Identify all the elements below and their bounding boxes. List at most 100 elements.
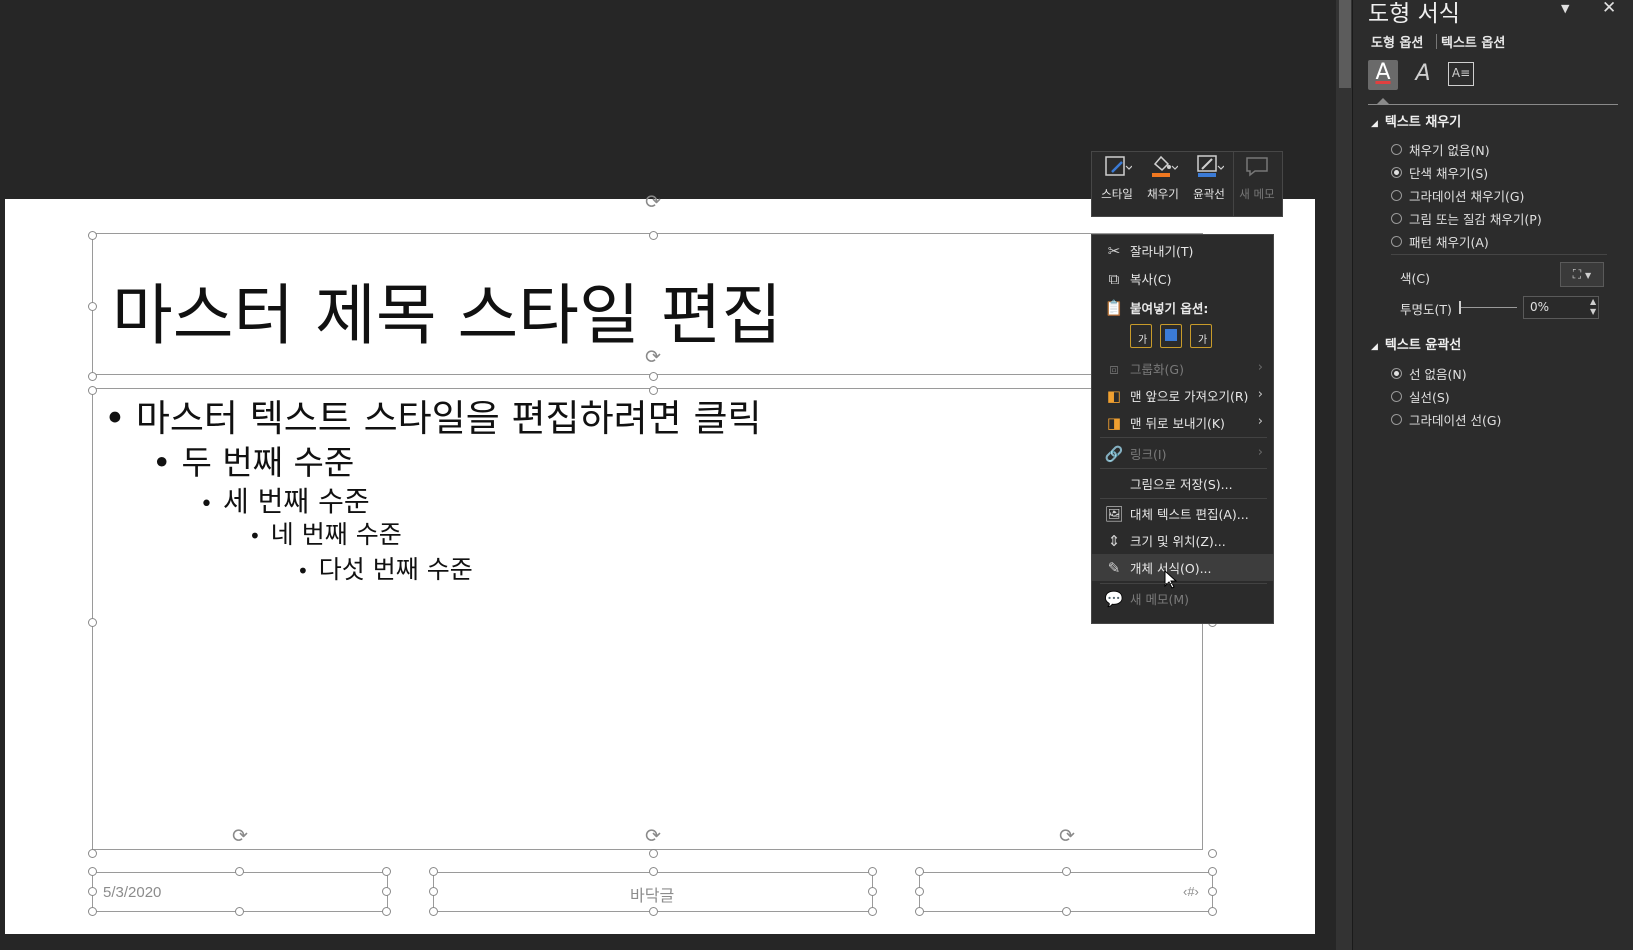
resize-handle[interactable] [88,907,97,916]
page-number-placeholder[interactable] [919,872,1213,912]
slide-title[interactable]: 마스터 제목 스타일 편집 [112,262,782,358]
radio-solid-fill[interactable]: 단색 채우기(S) [1391,163,1488,182]
menu-item-group: ⧈ 그룹화(G) › [1092,355,1273,382]
resize-handle[interactable] [649,231,658,240]
transparency-input[interactable]: 0% [1523,296,1599,319]
resize-handle[interactable] [649,867,658,876]
resize-handle[interactable] [649,372,658,381]
resize-handle[interactable] [88,386,97,395]
new-comment-button: 새 메모 [1233,152,1280,216]
radio-no-fill[interactable]: 채우기 없음(N) [1391,140,1490,159]
textbox-icon[interactable]: A≡ [1448,62,1474,86]
chevron-right-icon: › [1257,360,1263,375]
fill-button[interactable]: 채우기 [1140,152,1186,216]
scrollbar-thumb[interactable] [1339,0,1351,88]
resize-handle[interactable] [88,372,97,381]
tab-text-options[interactable]: 텍스트 옵션 [1441,32,1505,51]
resize-handle[interactable] [88,867,97,876]
color-picker-button[interactable]: ⛶ ▼ [1560,262,1604,287]
radio-picture-fill[interactable]: 그림 또는 질감 채우기(P) [1391,209,1542,228]
resize-handle[interactable] [868,867,877,876]
chevron-down-icon: ▼ [1585,271,1592,280]
group-icon: ⧈ [1109,359,1119,378]
resize-handle[interactable] [915,867,924,876]
menu-item-bring-to-front[interactable]: ◧ 맨 앞으로 가져오기(R) › [1092,382,1273,409]
resize-handle[interactable] [868,887,877,896]
resize-handle[interactable] [1208,849,1217,858]
bullet-level-1[interactable]: • 마스터 텍스트 스타일을 편집하려면 클릭 [104,388,762,442]
spin-down-icon[interactable]: ▼ [1590,307,1596,316]
outline-button[interactable]: 윤곽선 [1186,152,1232,216]
paste-buttons: 가 가 [1130,324,1212,348]
paste-picture-icon[interactable] [1160,324,1182,348]
menu-item-size-position[interactable]: ⇕ 크기 및 위치(Z)... [1092,527,1273,554]
radio-gradient-fill[interactable]: 그라데이션 채우기(G) [1391,186,1524,205]
menu-item-cut[interactable]: ✂ 잘라내기(T) [1092,237,1273,264]
menu-item-copy[interactable]: ⧉ 복사(C) [1092,265,1273,292]
mini-toolbar: 스타일 채우기 윤곽선 새 메모 [1091,151,1283,217]
footer-date: 5/3/2020 [103,884,162,901]
text-effects-icon[interactable]: A [1408,60,1438,90]
resize-handle[interactable] [1062,867,1071,876]
resize-handle[interactable] [429,887,438,896]
resize-handle[interactable] [1208,887,1217,896]
scissors-icon: ✂ [1107,241,1121,260]
radio-gradient-line[interactable]: 그라데이션 선(G) [1391,410,1501,429]
paste-keep-source-icon[interactable]: 가 [1130,324,1152,348]
close-icon[interactable]: ✕ [1602,0,1616,18]
resize-handle[interactable] [1208,867,1217,876]
menu-item-format-object[interactable]: ✎ 개체 서식(O)... [1092,554,1273,581]
rotate-handle-icon[interactable]: ⟳ [642,825,664,847]
spin-up-icon[interactable]: ▲ [1590,297,1596,306]
resize-handle[interactable] [868,907,877,916]
resize-handle[interactable] [915,887,924,896]
tab-shape-options[interactable]: 도형 옵션 [1371,32,1423,51]
resize-handle[interactable] [1208,907,1217,916]
resize-handle[interactable] [88,302,97,311]
resize-handle[interactable] [235,907,244,916]
menu-item-send-to-back[interactable]: ◨ 맨 뒤로 보내기(K) › [1092,409,1273,436]
bullet-level-5[interactable]: • 다섯 번째 수준 [297,550,473,586]
tab-pointer [1377,98,1389,104]
resize-handle[interactable] [429,867,438,876]
bullet-level-2[interactable]: • 두 번째 수준 [152,436,354,484]
resize-handle[interactable] [88,618,97,627]
radio-solid-line[interactable]: 실선(S) [1391,387,1450,406]
resize-handle[interactable] [649,849,658,858]
resize-handle[interactable] [382,867,391,876]
menu-item-alt-text[interactable]: 🖼 대체 텍스트 편집(A)... [1092,500,1273,527]
rotate-handle-icon[interactable]: ⟳ [1056,825,1078,847]
resize-handle[interactable] [915,907,924,916]
resize-handle[interactable] [1062,907,1071,916]
resize-handle[interactable] [429,907,438,916]
bullet-level-4[interactable]: • 네 번째 수준 [249,515,402,551]
menu-item-save-as-picture[interactable]: 그림으로 저장(S)... [1092,470,1273,497]
resize-handle[interactable] [235,867,244,876]
resize-handle[interactable] [382,887,391,896]
context-menu: ✂ 잘라내기(T) ⧉ 복사(C) 📋 붙여넣기 옵션: 가 가 ⧈ 그룹화(G) › ◧… [1091,234,1274,624]
bullet-level-3[interactable]: • 세 번째 수준 [200,480,370,520]
rotate-handle-icon[interactable]: ⟳ [229,825,251,847]
style-button[interactable]: 스타일 [1094,152,1140,216]
resize-handle[interactable] [88,849,97,858]
chevron-right-icon: › [1257,414,1263,429]
comment-icon [1234,152,1280,186]
section-text-fill[interactable]: ◢ 텍스트 채우기 [1371,111,1461,130]
resize-handle[interactable] [88,231,97,240]
transparency-slider[interactable] [1459,307,1517,308]
collapse-triangle-icon: ◢ [1371,119,1378,129]
rotate-handle-icon[interactable]: ⟳ [642,191,664,213]
resize-handle[interactable] [382,907,391,916]
text-fill-outline-icon[interactable]: A [1368,60,1398,90]
radio-no-line[interactable]: 선 없음(N) [1391,364,1467,383]
section-text-outline[interactable]: ◢ 텍스트 윤곽선 [1371,334,1461,353]
resize-handle[interactable] [649,386,658,395]
resize-handle[interactable] [649,907,658,916]
paste-text-only-icon[interactable]: 가 [1190,324,1212,348]
rotate-handle-icon[interactable]: ⟳ [642,346,664,368]
pane-options-dropdown-icon[interactable]: ▼ [1561,2,1569,15]
radio-pattern-fill[interactable]: 패턴 채우기(A) [1391,232,1489,251]
slider-thumb[interactable] [1459,301,1461,314]
resize-handle[interactable] [88,887,97,896]
paint-bucket-icon: ⛶ [1572,267,1582,281]
